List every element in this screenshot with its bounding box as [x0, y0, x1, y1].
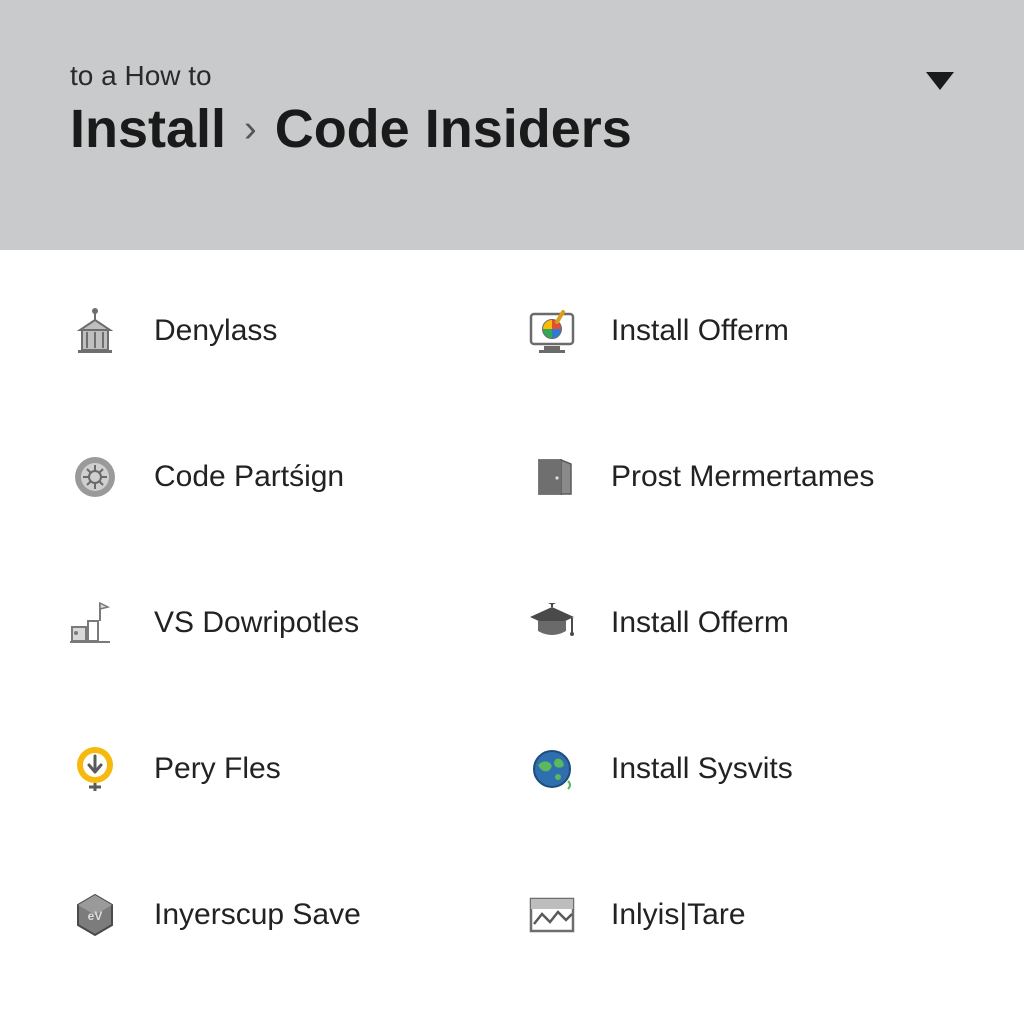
- option-label: VS Dowripotles: [154, 606, 359, 640]
- breadcrumb-item-install[interactable]: Install: [70, 98, 226, 160]
- option-vs-dowripotles[interactable]: VS Dowripotles: [70, 598, 497, 648]
- option-label: Inyerscup Save: [154, 898, 361, 932]
- option-label: Pery Fles: [154, 752, 281, 786]
- option-inlyis-tare[interactable]: Inlyis|Tare: [527, 890, 954, 940]
- header-eyebrow: to a How to: [70, 60, 954, 92]
- option-label: Install Sysvits: [611, 752, 793, 786]
- breadcrumb-separator-icon: ›: [244, 108, 257, 151]
- industrial-icon: [70, 598, 120, 648]
- option-code-partsign[interactable]: Code Partśign: [70, 452, 497, 502]
- breadcrumb: Install › Code Insiders: [70, 98, 954, 160]
- option-prost-mermertames[interactable]: Prost Mermertames: [527, 452, 954, 502]
- option-denylass[interactable]: Denylass: [70, 306, 497, 356]
- option-install-sysvits[interactable]: Install Sysvits: [527, 744, 954, 794]
- globe-icon: [527, 744, 577, 794]
- option-inyerscup-save[interactable]: eV Inyerscup Save: [70, 890, 497, 940]
- option-label: Prost Mermertames: [611, 460, 874, 494]
- option-label: Denylass: [154, 314, 277, 348]
- graduation-cap-icon: [527, 598, 577, 648]
- page-header: to a How to Install › Code Insiders: [0, 0, 1024, 250]
- dropdown-caret-icon[interactable]: [926, 72, 954, 90]
- options-grid: Denylass Install Offerm: [0, 250, 1024, 980]
- gear-badge-icon: [70, 452, 120, 502]
- download-badge-icon: [70, 744, 120, 794]
- option-install-offerm-1[interactable]: Install Offerm: [527, 306, 954, 356]
- svg-text:eV: eV: [88, 909, 103, 923]
- hexagon-badge-icon: eV: [70, 890, 120, 940]
- open-door-icon: [527, 452, 577, 502]
- option-pery-fles[interactable]: Pery Fles: [70, 744, 497, 794]
- option-label: Install Offerm: [611, 606, 789, 640]
- option-install-offerm-2[interactable]: Install Offerm: [527, 598, 954, 648]
- breadcrumb-item-code-insiders[interactable]: Code Insiders: [275, 98, 632, 160]
- building-icon: [70, 306, 120, 356]
- option-label: Install Offerm: [611, 314, 789, 348]
- option-label: Inlyis|Tare: [611, 898, 746, 932]
- option-label: Code Partśign: [154, 460, 344, 494]
- chart-frame-icon: [527, 890, 577, 940]
- monitor-color-wheel-icon: [527, 306, 577, 356]
